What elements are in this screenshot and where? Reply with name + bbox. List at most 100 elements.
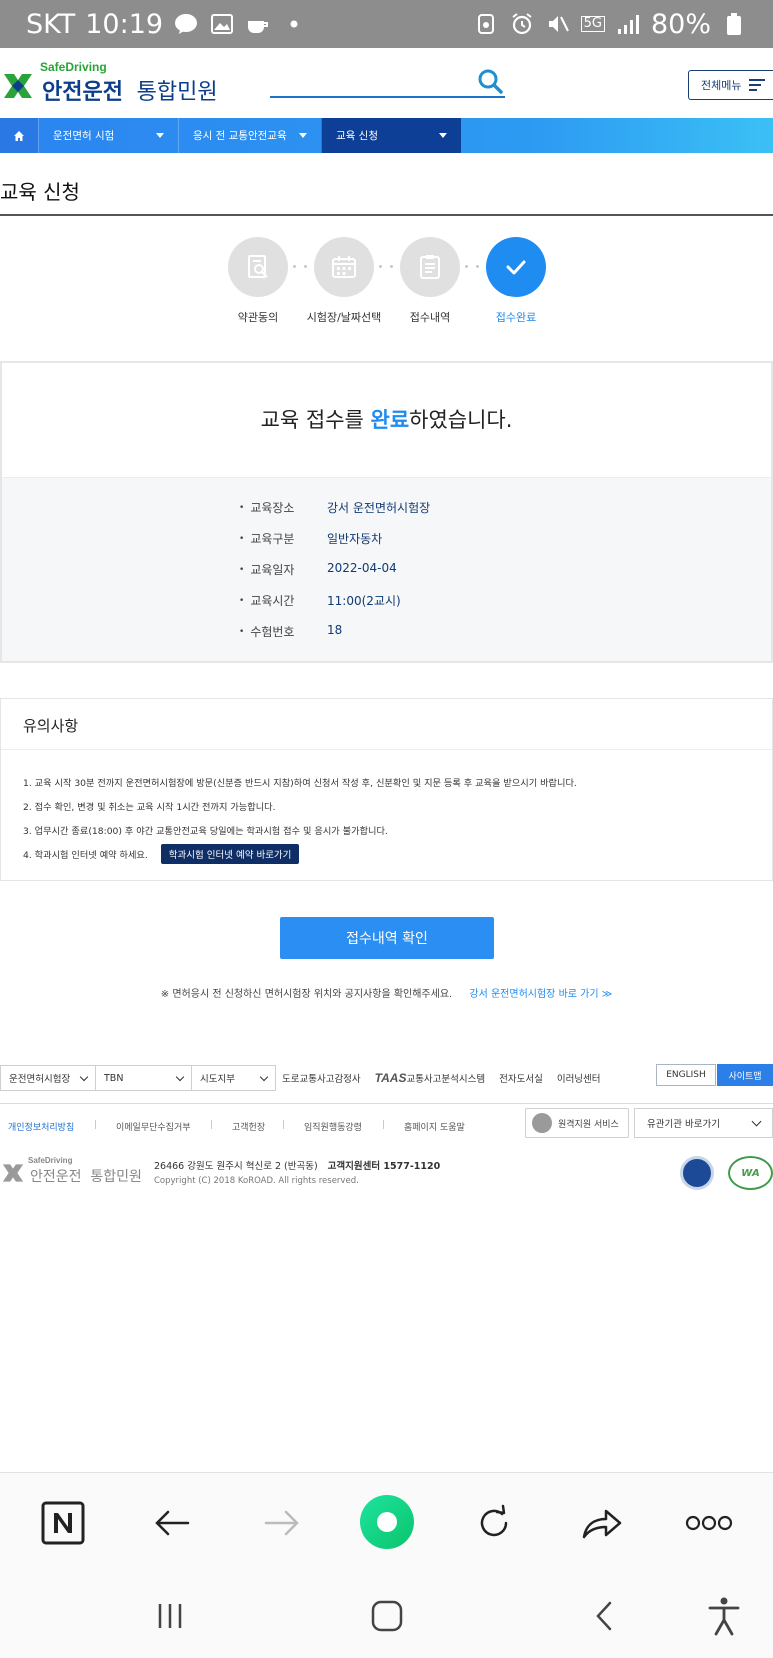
- site-logo[interactable]: SafeDriving 안전운전 통합민원: [0, 60, 218, 106]
- remote-support-icon: [532, 1113, 552, 1133]
- share-arrow-icon: [582, 1509, 622, 1539]
- back-button[interactable]: [148, 1499, 196, 1547]
- browser-toolbar: [0, 1472, 773, 1572]
- branch-select[interactable]: 시도지부: [192, 1065, 276, 1091]
- step-label: 접수내역: [409, 311, 451, 324]
- detail-row: 수험번호 18: [239, 623, 342, 640]
- nav-item-safety-education[interactable]: 응시 전 교통안전교육: [178, 118, 321, 153]
- logo-ko-normal: 통합민원: [136, 80, 218, 105]
- alarm-icon: [509, 11, 535, 37]
- gallery-icon: [209, 11, 235, 37]
- all-menu-label: 전체메뉴: [701, 79, 742, 92]
- step-complete: [486, 237, 546, 297]
- footer-logo-ko: 안전운전 통합민원: [30, 1166, 142, 1186]
- battery-icon: [721, 11, 747, 37]
- chevron-down-icon: [175, 1072, 185, 1081]
- english-button[interactable]: ENGLISH: [656, 1064, 716, 1086]
- footer-links-row: 운전면허시험장 TBN 시도지부 도로교통사고감정사 TAAS교통사고분석시스템…: [0, 1064, 773, 1092]
- chevron-left-icon: [596, 1601, 612, 1631]
- result-message-pre: 교육 접수를: [260, 408, 371, 432]
- step-label: 약관동의: [237, 311, 279, 324]
- notice-item: 2. 접수 확인, 변경 및 취소는 교육 시작 1시간 전까지 가능합니다.: [23, 802, 276, 813]
- hamburger-icon: [749, 79, 766, 91]
- search-icon[interactable]: [477, 68, 503, 94]
- footer-link[interactable]: 도로교통사고감정사: [282, 1071, 361, 1085]
- accessibility-button[interactable]: [702, 1594, 746, 1638]
- link-separator: |: [94, 1120, 98, 1130]
- talk-icon: [173, 11, 199, 37]
- recent-apps-icon: [158, 1604, 182, 1628]
- recent-apps-button[interactable]: [148, 1594, 192, 1638]
- network-label: 5G: [580, 16, 605, 32]
- step-connector: [465, 265, 479, 269]
- system-navigation-bar: [0, 1572, 773, 1658]
- recycle-icon: [473, 11, 499, 37]
- step-agreement: [228, 237, 288, 297]
- taas-logo-text: TAAS: [374, 1071, 407, 1085]
- sitemap-button[interactable]: 사이트맵: [717, 1064, 773, 1086]
- footer-link[interactable]: 이러닝센터: [557, 1071, 601, 1085]
- web-accessibility-badge-icon: WA: [728, 1156, 773, 1190]
- detail-row: 교육구분 일반자동차: [239, 530, 382, 547]
- footer-policy-link[interactable]: 이메일무단수집거부: [116, 1120, 191, 1133]
- privacy-policy-link[interactable]: 개인정보처리방침: [8, 1120, 74, 1133]
- footer-logo: SafeDriving 안전운전 통합민원: [0, 1156, 142, 1186]
- notice-panel: 유의사항 1. 교육 시작 30분 전까지 운전면허시험장에 방문(신분증 반드…: [0, 698, 773, 881]
- all-menu-button[interactable]: 전체메뉴: [688, 70, 773, 100]
- home-nav-button[interactable]: [365, 1594, 409, 1638]
- tbn-select[interactable]: TBN: [96, 1065, 192, 1091]
- home-button[interactable]: [0, 118, 38, 153]
- caret-down-icon: [439, 133, 447, 138]
- notice-title: 유의사항: [23, 717, 79, 735]
- written-test-reservation-button[interactable]: 학과시험 인터넷 예약 바로가기: [160, 844, 300, 864]
- arrow-left-icon: [155, 1510, 190, 1536]
- clock: 10:19: [85, 8, 164, 40]
- step-connector: [379, 265, 393, 269]
- link-separator: |: [382, 1120, 386, 1130]
- footer-policy-link[interactable]: 임직원행동강령: [304, 1120, 362, 1133]
- test-center-select[interactable]: 운전면허시험장: [0, 1065, 96, 1091]
- nav-item-label: 응시 전 교통안전교육: [193, 130, 287, 142]
- nav-item-label: 교육 신청: [336, 130, 378, 142]
- nav-item-license-test[interactable]: 운전면허 시험: [38, 118, 178, 153]
- refresh-button[interactable]: [470, 1499, 518, 1547]
- more-button[interactable]: [685, 1499, 733, 1547]
- footer-logo-en: SafeDriving: [28, 1156, 73, 1165]
- caret-down-icon: [299, 133, 307, 138]
- search-input[interactable]: [270, 96, 505, 98]
- detail-value: 11:00(2교시): [327, 594, 401, 608]
- footer-link[interactable]: 전자도서실: [499, 1071, 543, 1085]
- naver-n-icon: [41, 1501, 85, 1545]
- green-dot-button[interactable]: [358, 1493, 416, 1551]
- footer-policy-link[interactable]: 홈페이지 도움말: [404, 1120, 465, 1133]
- taas-link[interactable]: TAAS교통사고분석시스템: [375, 1071, 485, 1085]
- dot-icon: [281, 11, 307, 37]
- refresh-icon: [480, 1504, 508, 1537]
- step-select-date: [314, 237, 374, 297]
- nav-item-education-apply[interactable]: 교육 신청: [321, 118, 461, 153]
- home-square-icon: [371, 1600, 403, 1632]
- forward-button[interactable]: [258, 1499, 306, 1547]
- check-receipt-button[interactable]: 접수내역 확인: [280, 917, 494, 959]
- remote-support-button[interactable]: 원격지원 서비스: [525, 1108, 629, 1138]
- detail-key: 교육시간: [239, 592, 327, 609]
- result-message: 교육 접수를 완료 하였습니다.: [2, 363, 771, 475]
- back-nav-button[interactable]: [582, 1594, 626, 1638]
- notice-divider: [1, 749, 772, 750]
- taas-link-label: 교통사고분석시스템: [406, 1074, 486, 1085]
- notice-item: 1. 교육 시작 30분 전까지 운전면허시험장에 방문(신분증 반드시 지참)…: [23, 778, 577, 789]
- chevron-down-icon: [79, 1072, 89, 1081]
- naver-home-button[interactable]: [39, 1499, 87, 1547]
- test-center-link[interactable]: 강서 운전면허시험장 바로 가기 ≫: [469, 989, 612, 1000]
- breadcrumb-nav: 운전면허 시험 응시 전 교통안전교육 교육 신청: [0, 118, 773, 153]
- footer-policy-link[interactable]: 고객헌장: [232, 1120, 265, 1133]
- result-message-highlight: 완료: [370, 408, 410, 432]
- nav-item-label: 운전면허 시험: [53, 130, 115, 142]
- certification-badge-icon: [680, 1156, 714, 1190]
- link-separator: |: [282, 1120, 286, 1130]
- share-button[interactable]: [578, 1499, 626, 1547]
- result-details: 교육장소 강서 운전면허시험장 교육구분 일반자동차 교육일자 2022-04-…: [2, 477, 771, 661]
- step-receipt: [400, 237, 460, 297]
- related-sites-select[interactable]: 유관기관 바로가기: [634, 1108, 773, 1138]
- result-message-post: 하였습니다.: [409, 408, 513, 432]
